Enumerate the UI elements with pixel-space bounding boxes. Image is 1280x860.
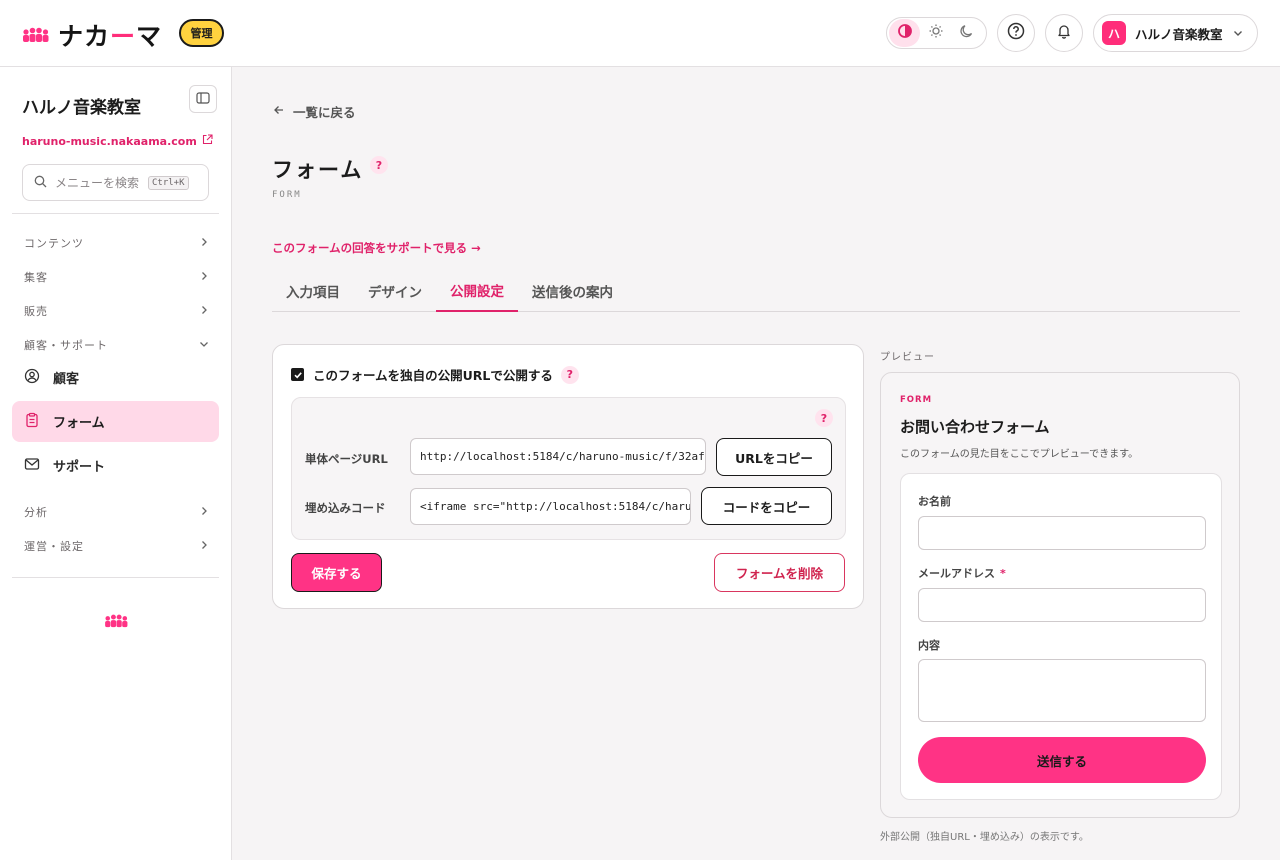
tab-publish-settings[interactable]: 公開設定	[436, 270, 518, 312]
publish-checkbox-label[interactable]: このフォームを独自の公開URLで公開する	[313, 365, 553, 384]
tab-post-submit[interactable]: 送信後の案内	[518, 270, 627, 312]
sidebar-item-forms[interactable]: フォーム	[12, 401, 219, 442]
moon-icon	[959, 23, 975, 43]
preview-tag: FORM	[900, 395, 933, 405]
preview-title: お問い合わせフォーム	[900, 418, 1050, 436]
chevron-down-icon	[199, 339, 209, 352]
publish-settings-card: このフォームを独自の公開URLで公開する ? ? 単体ページURL http:/…	[272, 344, 864, 609]
sun-icon	[928, 23, 944, 43]
search-shortcut-hint: Ctrl+K	[148, 175, 189, 190]
publish-checkbox[interactable]	[291, 368, 304, 381]
theme-dark-button[interactable]	[951, 19, 982, 47]
nav-section-marketing[interactable]: 集客	[24, 269, 209, 285]
account-name: ハルノ音楽教室	[1135, 26, 1223, 42]
people-logo-icon	[103, 613, 130, 632]
chevron-right-icon	[199, 271, 209, 284]
form-preview: FORM お問い合わせフォーム このフォームの見た目をここでプレビューできます。…	[880, 372, 1240, 818]
org-url-link[interactable]: haruno-music.nakaama.com	[22, 134, 213, 148]
sidebar: ハルノ音楽教室 haruno-music.nakaama.com メニューを検索…	[0, 67, 232, 860]
nav-section-contents[interactable]: コンテンツ	[24, 235, 209, 251]
sidebar-item-support[interactable]: サポート	[12, 445, 219, 486]
sidebar-item-label: サポート	[53, 460, 106, 475]
sidebar-item-label: 顧客	[53, 372, 80, 387]
menu-search-input[interactable]: メニューを検索 Ctrl+K	[22, 164, 209, 201]
save-button[interactable]: 保存する	[291, 553, 382, 592]
bell-icon	[1056, 23, 1072, 43]
copy-code-button[interactable]: コードをコピー	[701, 487, 832, 525]
preview-form: お名前 メールアドレス * 内容 送信する	[900, 473, 1222, 800]
message-field[interactable]	[918, 659, 1206, 722]
people-logo-icon	[22, 27, 50, 43]
help-button[interactable]	[997, 14, 1035, 52]
chevron-right-icon	[199, 540, 209, 553]
page-title: フォーム	[272, 158, 364, 182]
page-url-field[interactable]: http://localhost:5184/c/haruno-music/f/3…	[410, 438, 706, 475]
brand-wordmark: ナカーマ	[58, 22, 163, 51]
required-mark: *	[1000, 567, 1006, 580]
page-url-label: 単体ページURL	[305, 452, 388, 466]
theme-light-button[interactable]	[920, 19, 951, 47]
tab-fields[interactable]: 入力項目	[272, 270, 354, 312]
notifications-button[interactable]	[1045, 14, 1083, 52]
divider	[12, 577, 219, 578]
message-field-label: 内容	[918, 639, 940, 652]
publish-url-panel: ? 単体ページURL http://localhost:5184/c/harun…	[291, 397, 846, 540]
clipboard-icon	[24, 412, 40, 432]
question-mark-icon[interactable]: ?	[560, 365, 579, 384]
question-mark-icon[interactable]: ?	[815, 409, 833, 427]
tab-design[interactable]: デザイン	[354, 270, 436, 312]
nav-section-sales[interactable]: 販売	[24, 303, 209, 319]
sidebar-collapse-button[interactable]	[189, 85, 217, 113]
chevron-down-icon	[1232, 24, 1244, 43]
page-subtitle: FORM	[272, 190, 302, 200]
arrow-left-icon	[273, 104, 285, 119]
account-menu[interactable]: ハ ハルノ音楽教室	[1093, 14, 1258, 52]
brand-logo[interactable]: ナカーマ	[22, 17, 162, 53]
contrast-icon	[897, 23, 913, 43]
theme-toggle	[886, 17, 987, 49]
embed-code-label: 埋め込みコード	[305, 501, 386, 515]
view-responses-in-support-link[interactable]: このフォームの回答をサポートで見る →	[272, 240, 481, 256]
nav-section-customer-support[interactable]: 顧客・サポート	[24, 337, 209, 353]
copy-url-button[interactable]: URLをコピー	[716, 438, 832, 476]
submit-button[interactable]: 送信する	[918, 737, 1206, 783]
mail-icon	[24, 456, 40, 476]
name-field-label: お名前	[918, 495, 951, 508]
back-to-list-link[interactable]: 一覧に戻る	[273, 102, 356, 121]
divider	[12, 213, 219, 214]
org-name: ハルノ音楽教室	[22, 98, 141, 118]
admin-badge: 管理	[179, 19, 224, 47]
theme-system-button[interactable]	[889, 19, 920, 47]
name-field[interactable]	[918, 516, 1206, 550]
delete-form-button[interactable]: フォームを削除	[714, 553, 845, 592]
question-mark-icon[interactable]: ?	[370, 156, 388, 174]
search-placeholder: メニューを検索	[55, 176, 140, 190]
external-link-icon	[202, 134, 213, 148]
chevron-right-icon	[199, 506, 209, 519]
nav-section-analytics[interactable]: 分析	[24, 504, 209, 520]
email-field[interactable]	[918, 588, 1206, 622]
chevron-right-icon	[199, 237, 209, 250]
tab-bar: 入力項目 デザイン 公開設定 送信後の案内	[272, 270, 1240, 312]
email-field-label: メールアドレス *	[918, 567, 1006, 580]
question-circle-icon	[1007, 22, 1025, 44]
nav-section-operations-settings[interactable]: 運営・設定	[24, 538, 209, 554]
user-circle-icon	[24, 368, 40, 388]
sidebar-item-label: フォーム	[53, 416, 105, 431]
sidebar-item-customers[interactable]: 顧客	[12, 357, 219, 398]
search-icon	[34, 173, 47, 192]
preview-section-label: プレビュー	[880, 352, 935, 363]
embed-code-field[interactable]: <iframe src="http://localhost:5184/c/har…	[410, 488, 691, 525]
preview-description: このフォームの見た目をここでプレビューできます。	[900, 449, 1139, 460]
top-bar: ナカーマ 管理 ハ ハルノ音楽教室	[0, 0, 1280, 67]
avatar: ハ	[1102, 21, 1126, 45]
preview-footnote: 外部公開（独自URL・埋め込み）の表示です。	[880, 832, 1089, 843]
chevron-right-icon	[199, 305, 209, 318]
sidebar-panel-icon	[196, 90, 210, 109]
